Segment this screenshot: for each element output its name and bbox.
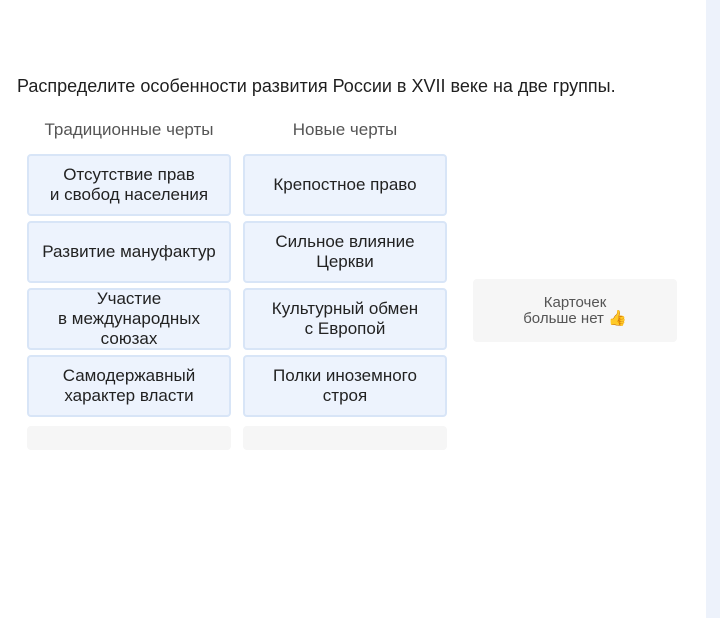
card[interactable]: Самодержавный характер власти: [27, 355, 231, 417]
drop-column-traditional[interactable]: Отсутствие прав и свобод населения Разви…: [27, 154, 231, 450]
column-header-traditional: Традиционные черты: [44, 120, 214, 139]
card[interactable]: Сильное влияние Церкви: [243, 221, 447, 283]
card[interactable]: Развитие мануфактур: [27, 221, 231, 283]
card-pool[interactable]: Карточек больше нет 👍: [473, 279, 677, 342]
pool-empty-message: Карточек больше нет 👍: [523, 293, 627, 327]
card[interactable]: Участие в международных союзах: [27, 288, 231, 350]
column-header-new: Новые черты: [292, 120, 398, 139]
empty-drop-slot[interactable]: [27, 426, 231, 450]
empty-drop-slot[interactable]: [243, 426, 447, 450]
quiz-page: Распределите особенности развития России…: [0, 0, 720, 618]
drop-column-new[interactable]: Крепостное право Сильное влияние Церкви …: [243, 154, 447, 450]
card[interactable]: Полки иноземного строя: [243, 355, 447, 417]
task-prompt: Распределите особенности развития России…: [17, 76, 616, 96]
card[interactable]: Культурный обмен с Европой: [243, 288, 447, 350]
scrollbar-track[interactable]: [706, 0, 720, 618]
card[interactable]: Отсутствие прав и свобод населения: [27, 154, 231, 216]
card[interactable]: Крепостное право: [243, 154, 447, 216]
